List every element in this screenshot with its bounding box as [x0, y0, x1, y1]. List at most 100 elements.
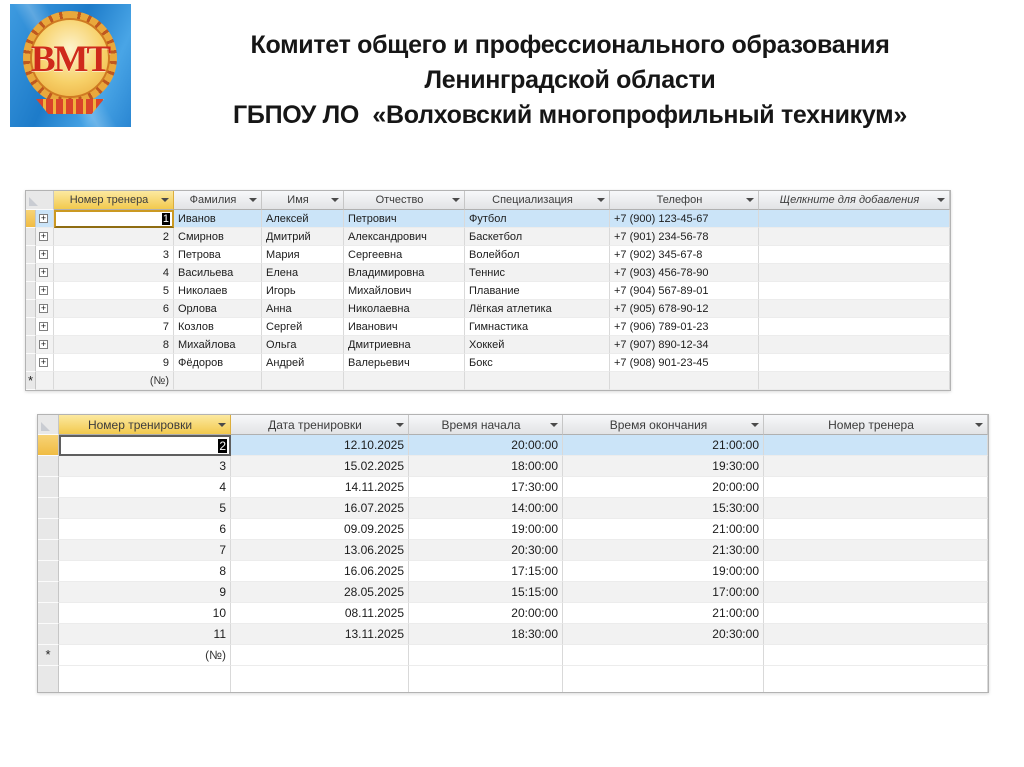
cell[interactable] — [759, 210, 950, 228]
column-header-0[interactable]: Номер тренера — [54, 191, 174, 210]
cell[interactable]: 1 — [54, 210, 174, 228]
column-header-3[interactable]: Время окончания — [563, 415, 764, 435]
cell[interactable]: +7 (904) 567-89-01 — [610, 282, 759, 300]
cell[interactable]: Мария — [262, 246, 344, 264]
cell[interactable] — [759, 354, 950, 372]
cell[interactable]: 7 — [59, 540, 231, 561]
cell[interactable]: 5 — [59, 498, 231, 519]
cell[interactable]: Фёдоров — [174, 354, 262, 372]
cell[interactable] — [759, 246, 950, 264]
row-selector[interactable] — [38, 582, 59, 603]
cell[interactable]: 3 — [59, 456, 231, 477]
cell[interactable]: Теннис — [465, 264, 610, 282]
column-header-2[interactable]: Время начала — [409, 415, 563, 435]
cell[interactable]: 14.11.2025 — [231, 477, 409, 498]
cell[interactable]: 9 — [59, 582, 231, 603]
cell[interactable]: 19:30:00 — [563, 456, 764, 477]
cell[interactable]: Александрович — [344, 228, 465, 246]
cell[interactable]: 21:30:00 — [563, 540, 764, 561]
cell[interactable]: Михайлова — [174, 336, 262, 354]
column-header-5[interactable]: Телефон — [610, 191, 759, 210]
cell[interactable] — [759, 300, 950, 318]
cell[interactable]: 14:00:00 — [409, 498, 563, 519]
cell[interactable]: Хоккей — [465, 336, 610, 354]
cell[interactable]: Анна — [262, 300, 344, 318]
cell[interactable]: 4 — [54, 264, 174, 282]
expand-cell[interactable]: + — [36, 282, 54, 300]
row-selector[interactable] — [26, 210, 36, 228]
cell[interactable]: 18:00:00 — [409, 456, 563, 477]
cell[interactable]: Футбол — [465, 210, 610, 228]
row-selector[interactable] — [38, 603, 59, 624]
row-selector[interactable] — [26, 318, 36, 336]
new-record-cell[interactable] — [764, 645, 988, 666]
row-selector[interactable] — [38, 561, 59, 582]
cell[interactable] — [764, 603, 988, 624]
cell[interactable]: 6 — [54, 300, 174, 318]
cell[interactable]: +7 (908) 901-23-45 — [610, 354, 759, 372]
cell[interactable]: Ольга — [262, 336, 344, 354]
row-selector[interactable] — [26, 300, 36, 318]
cell[interactable]: Михайлович — [344, 282, 465, 300]
expand-cell[interactable]: + — [36, 336, 54, 354]
cell[interactable]: 20:00:00 — [563, 477, 764, 498]
cell[interactable]: Баскетбол — [465, 228, 610, 246]
cell[interactable] — [759, 318, 950, 336]
cell[interactable]: Елена — [262, 264, 344, 282]
cell[interactable]: Владимировна — [344, 264, 465, 282]
cell[interactable]: Козлов — [174, 318, 262, 336]
row-selector[interactable] — [26, 354, 36, 372]
new-record-cell[interactable] — [409, 645, 563, 666]
cell[interactable]: Сергей — [262, 318, 344, 336]
cell[interactable]: 7 — [54, 318, 174, 336]
cell[interactable]: +7 (907) 890-12-34 — [610, 336, 759, 354]
cell[interactable]: Иванович — [344, 318, 465, 336]
row-selector[interactable] — [38, 540, 59, 561]
cell[interactable]: Алексей — [262, 210, 344, 228]
cell[interactable] — [764, 456, 988, 477]
cell[interactable]: 16.07.2025 — [231, 498, 409, 519]
row-selector[interactable] — [26, 228, 36, 246]
cell[interactable] — [759, 282, 950, 300]
cell[interactable]: 09.09.2025 — [231, 519, 409, 540]
new-record-cell[interactable] — [344, 372, 465, 390]
cell[interactable]: 21:00:00 — [563, 519, 764, 540]
row-selector[interactable] — [38, 498, 59, 519]
row-selector[interactable] — [26, 264, 36, 282]
cell[interactable]: Петрова — [174, 246, 262, 264]
cell[interactable]: +7 (903) 456-78-90 — [610, 264, 759, 282]
row-selector[interactable] — [38, 435, 59, 456]
new-record-cell[interactable]: (№) — [59, 645, 231, 666]
row-selector[interactable] — [38, 477, 59, 498]
new-record-cell[interactable]: (№) — [54, 372, 174, 390]
new-record-cell[interactable] — [610, 372, 759, 390]
cell[interactable]: 15:30:00 — [563, 498, 764, 519]
cell[interactable]: 9 — [54, 354, 174, 372]
cell[interactable] — [764, 498, 988, 519]
new-record-cell[interactable] — [759, 372, 950, 390]
cell[interactable]: Николаев — [174, 282, 262, 300]
cell[interactable]: +7 (905) 678-90-12 — [610, 300, 759, 318]
column-header-4[interactable]: Номер тренера — [764, 415, 988, 435]
cell[interactable]: 08.11.2025 — [231, 603, 409, 624]
cell[interactable]: 28.05.2025 — [231, 582, 409, 603]
cell[interactable]: 15:15:00 — [409, 582, 563, 603]
cell[interactable]: 4 — [59, 477, 231, 498]
column-header-6[interactable]: Щелкните для добавления — [759, 191, 950, 210]
cell[interactable]: Петрович — [344, 210, 465, 228]
cell[interactable]: 5 — [54, 282, 174, 300]
cell[interactable]: Дмитрий — [262, 228, 344, 246]
cell[interactable]: Смирнов — [174, 228, 262, 246]
cell[interactable]: Валерьевич — [344, 354, 465, 372]
cell[interactable]: 21:00:00 — [563, 603, 764, 624]
cell[interactable]: 2 — [59, 435, 231, 456]
cell[interactable]: Николаевна — [344, 300, 465, 318]
cell[interactable]: 6 — [59, 519, 231, 540]
cell[interactable]: 13.11.2025 — [231, 624, 409, 645]
cell[interactable]: 13.06.2025 — [231, 540, 409, 561]
cell[interactable] — [764, 435, 988, 456]
cell[interactable]: 20:30:00 — [409, 540, 563, 561]
expand-cell[interactable]: + — [36, 264, 54, 282]
cell[interactable]: 16.06.2025 — [231, 561, 409, 582]
cell[interactable]: 21:00:00 — [563, 435, 764, 456]
